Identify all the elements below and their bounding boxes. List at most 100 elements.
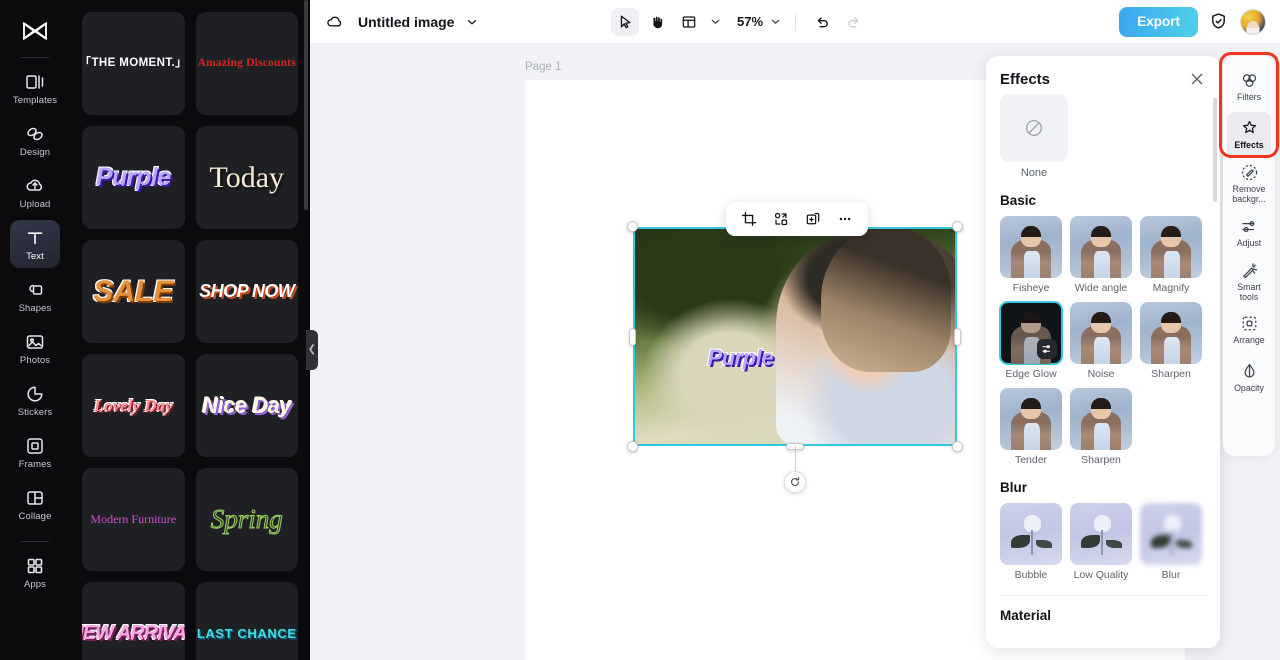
capcut-logo-icon[interactable] [15,14,55,48]
tool-filters[interactable]: Filters [1227,64,1271,110]
chevron-left-icon: ❮ [307,344,317,355]
resize-handle-bottom-left[interactable] [627,441,638,452]
text-template-card[interactable]: Amazing Discounts [195,12,298,115]
resize-handle-top-left[interactable] [627,221,638,232]
text-template-label: Purple [95,163,171,192]
sidebar-item-label: Shapes [18,302,52,314]
effect-item-wide-angle[interactable]: Wide angle [1070,216,1132,294]
sliders-adjust-icon[interactable] [1037,339,1057,359]
effect-label: Low Quality [1073,569,1129,581]
text-template-card[interactable]: Purple [82,126,185,229]
resize-handle-right[interactable] [954,327,961,346]
effect-item-tender[interactable]: Tender [1000,388,1062,466]
text-template-card[interactable]: LAST CHANCE [195,582,298,660]
arrange-select-icon [1240,314,1259,333]
effect-label: Blur [1161,569,1181,581]
effect-item-edge-glow[interactable]: Edge Glow [999,301,1063,380]
text-template-card[interactable]: Spring [195,468,298,571]
tool-effects[interactable]: Effects [1227,112,1271,158]
sidebar-item-frames[interactable]: Frames [10,428,60,476]
rotate-handle-icon[interactable] [784,471,806,493]
effects-sparkle-icon [1240,119,1259,138]
collage-icon [24,487,46,509]
sidebar-item-upload[interactable]: Upload [10,168,60,216]
text-template-card[interactable]: Lovely Day [82,354,185,457]
selected-image-object[interactable]: Purple [627,221,963,493]
user-avatar[interactable] [1240,8,1266,35]
layout-chevron-down-icon[interactable] [707,14,723,30]
effect-label: Sharpen [1081,454,1121,466]
panel-collapse-handle[interactable]: ❮ [306,330,318,370]
sidebar-item-label: Frames [18,458,52,470]
effect-item-noise[interactable]: Noise [1070,302,1132,380]
effect-item-magnify[interactable]: Magnify [1140,216,1202,294]
toolbar-center-group: 57% [611,7,868,36]
text-template-label: Modern Furniture [90,512,177,527]
rotate-stem [795,446,796,471]
sidebar-item-text[interactable]: Text [10,220,60,268]
tool-remove-background[interactable]: Remove backgr... [1227,160,1271,208]
export-button[interactable]: Export [1119,6,1198,37]
select-tool-button[interactable] [611,7,640,36]
shapes-icon [24,279,46,301]
effects-panel-body[interactable]: None Basic Fisheye Wide angle Magnify Ed… [986,94,1220,648]
effects-panel-scrollbar[interactable] [1213,98,1217,202]
templates-scrollbar[interactable] [304,0,308,210]
text-template-card[interactable]: SALE [82,240,185,343]
redo-button[interactable] [840,8,868,36]
effect-thumbnail [1140,216,1202,278]
layout-tool-button[interactable] [675,8,703,36]
effect-thumbnail [1140,302,1202,364]
cloud-sync-icon[interactable] [324,11,346,33]
sidebar-item-collage[interactable]: Collage [10,480,60,528]
sidebar-item-stickers[interactable]: Stickers [10,376,60,424]
effect-item-fisheye[interactable]: Fisheye [1000,216,1062,294]
hand-tool-button[interactable] [643,8,671,36]
tool-arrange[interactable]: Arrange [1227,307,1271,353]
tool-adjust[interactable]: Adjust [1227,210,1271,256]
chevron-down-icon[interactable] [464,14,480,30]
document-title[interactable]: Untitled image [358,14,454,30]
sidebar-item-design[interactable]: Design [10,116,60,164]
sidebar-item-photos[interactable]: Photos [10,324,60,372]
effect-item-low-quality[interactable]: Low Quality [1070,503,1132,581]
text-template-card[interactable]: SHOP NOW [195,240,298,343]
sidebar-item-label: Stickers [17,406,53,418]
text-t-icon [24,227,46,249]
crop-button[interactable] [736,206,762,232]
frames-icon [24,435,46,457]
effect-item-blur[interactable]: Blur [1140,503,1202,581]
more-options-button[interactable] [832,206,858,232]
sidebar-item-templates[interactable]: Templates [10,64,60,112]
app-root: Templates Design Upload Text Shapes Phot… [0,0,1280,660]
text-template-card[interactable]: Nice Day [195,354,298,457]
effect-none-item[interactable]: None [1000,94,1206,179]
text-template-card[interactable]: Today [195,126,298,229]
zoom-chevron-down-icon[interactable] [767,14,783,30]
resize-handle-top-right[interactable] [952,221,963,232]
shield-check-icon[interactable] [1208,11,1230,33]
effect-thumbnail [1070,302,1132,364]
sidebar-item-shapes[interactable]: Shapes [10,272,60,320]
effect-item-sharpen-1[interactable]: Sharpen [1140,302,1202,380]
replace-button[interactable] [768,206,794,232]
text-template-card[interactable]: Modern Furniture [82,468,185,571]
tool-opacity[interactable]: Opacity [1227,355,1271,401]
resize-handle-bottom-right[interactable] [952,441,963,452]
photos-icon [24,331,46,353]
text-template-card[interactable]: NEW ARRIVAL [82,582,185,660]
effect-label: Magnify [1152,282,1190,294]
effect-label: Noise [1087,368,1115,380]
duplicate-button[interactable] [800,206,826,232]
effect-item-bubble[interactable]: Bubble [1000,503,1062,581]
image-content: Purple [633,227,957,446]
undo-button[interactable] [808,8,836,36]
resize-handle-left[interactable] [629,327,636,346]
close-x-icon[interactable] [1188,70,1206,88]
effect-item-sharpen-2[interactable]: Sharpen [1070,388,1132,466]
text-template-card[interactable]: 「THE MOMENT.」 [82,12,185,115]
sidebar-item-apps[interactable]: Apps [10,548,60,596]
tool-smart-tools[interactable]: Smart tools [1227,258,1271,306]
tool-label: Opacity [1234,383,1264,394]
tool-label: Remove backgr... [1232,184,1266,204]
